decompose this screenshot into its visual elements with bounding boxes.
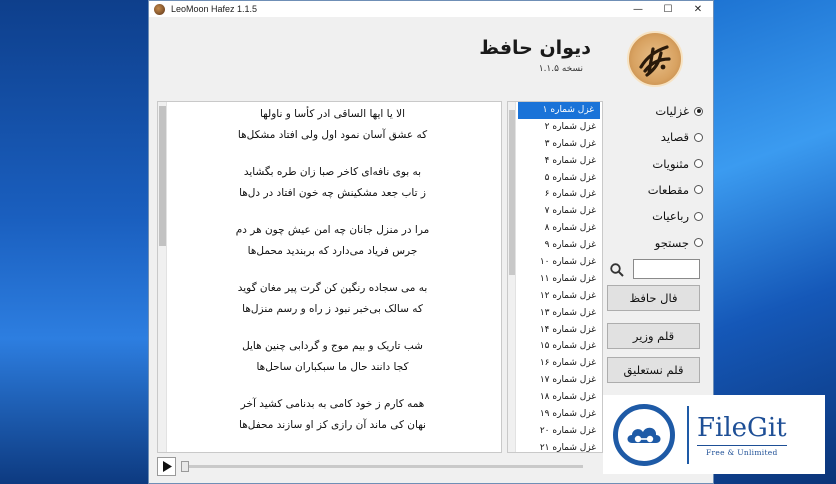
close-button[interactable]: ✕ <box>683 1 713 17</box>
poem-line: که سالک بی‌خبر نبود ز راه و رسم منزل‌ها <box>242 303 423 315</box>
list-item[interactable]: غزل شماره ۹ <box>508 237 602 254</box>
minimize-button[interactable]: — <box>623 1 653 17</box>
radio-button[interactable] <box>694 238 703 247</box>
play-button[interactable] <box>157 457 176 476</box>
calligraphy-icon <box>639 45 671 77</box>
list-item[interactable]: غزل شماره ۸ <box>508 220 602 237</box>
watermark-separator <box>687 405 689 464</box>
ghazal-list-items: غزل شماره ۱ غزل شماره ۲ غزل شماره ۳ غزل شما… <box>508 102 602 452</box>
poem-line: به بوی نافه‌ای کاخر صبا زان طره بگشاید <box>243 166 422 178</box>
list-item[interactable]: غزل شماره ۷ <box>508 203 602 220</box>
category-radio[interactable]: غزلیات <box>655 101 703 121</box>
poem-line: الا یا ایها الساقی ادر کأسا و ناولها <box>259 108 406 120</box>
radio-label: مقطعات <box>647 182 689 197</box>
radio-label: مثنویات <box>652 156 689 171</box>
poem-view[interactable]: الا یا ایها الساقی ادر کأسا و ناولها که ع… <box>157 101 502 453</box>
search-row <box>607 259 707 279</box>
search-input[interactable] <box>633 259 700 279</box>
poem-line: همه کارم ز خود کامی به بدنامی کشید آخر <box>240 398 425 410</box>
list-item[interactable]: غزل شماره ۱۸ <box>508 389 602 406</box>
watermark-tagline: Free & Unlimited <box>697 444 787 457</box>
list-item[interactable]: غزل شماره ۱۵ <box>508 338 602 355</box>
poem-line: که عشق آسان نمود اول ولی افتاد مشکل‌ها <box>237 129 428 141</box>
list-item[interactable]: غزل شماره ۱۷ <box>508 372 602 389</box>
list-scrollbar[interactable] <box>508 102 516 452</box>
list-item[interactable]: غزل شماره ۱۶ <box>508 355 602 372</box>
list-item[interactable]: غزل شماره ۲۰ <box>508 423 602 440</box>
fal-hafez-button[interactable]: فال حافظ <box>607 285 700 311</box>
couplet: الا یا ایها الساقی ادر کأسا و ناولها که ع… <box>172 103 493 145</box>
couplet: شب تاریک و بیم موج و گردابی چنین هایل کجا… <box>172 335 493 377</box>
title-bar[interactable]: LeoMoon Hafez 1.1.5 — ☐ ✕ <box>149 1 713 17</box>
radio-button[interactable] <box>694 211 703 221</box>
desktop-background <box>0 0 148 484</box>
radio-button[interactable] <box>694 159 703 169</box>
list-item[interactable]: غزل شماره ۱۴ <box>508 322 602 339</box>
list-item[interactable]: غزل شماره ۱۰ <box>508 254 602 271</box>
couplet: همه کارم ز خود کامی به بدنامی کشید آخر نه… <box>172 393 493 435</box>
progress-slider-handle[interactable] <box>181 461 189 472</box>
window-controls: — ☐ ✕ <box>623 1 713 17</box>
list-item[interactable]: غزل شماره ۵ <box>508 170 602 187</box>
poem-line: ز تاب جعد مشکینش چه خون افتاد در دل‌ها <box>239 187 426 199</box>
radio-label: جستجو <box>654 235 689 250</box>
app-header: دیوان حافظ نسخه ۱.۱.۵ <box>149 17 713 93</box>
radio-button[interactable] <box>694 185 703 195</box>
list-item[interactable]: غزل شماره ۲۱ <box>508 440 602 452</box>
poem-text: الا یا ایها الساقی ادر کأسا و ناولها که ع… <box>172 103 493 451</box>
play-icon <box>162 461 172 472</box>
category-radio[interactable]: مثنویات <box>652 154 703 174</box>
list-item[interactable]: غزل شماره ۱۹ <box>508 406 602 423</box>
radio-label: رباعیات <box>652 209 689 224</box>
poem-line: نهان کی ماند آن رازی کز او سازند محفل‌ها <box>239 419 426 431</box>
poem-line: جرس فریاد می‌دارد که بربندید محمل‌ها <box>247 245 418 257</box>
list-item[interactable]: غزل شماره ۱۱ <box>508 271 602 288</box>
app-icon <box>154 3 165 15</box>
list-item[interactable]: غزل شماره ۱۳ <box>508 305 602 322</box>
progress-track[interactable] <box>181 461 583 472</box>
category-radio[interactable]: قصاید <box>661 127 703 147</box>
watermark-name: FileGit <box>697 412 787 443</box>
poem-line: شب تاریک و بیم موج و گردابی چنین هایل <box>242 340 423 352</box>
list-item[interactable]: غزل شماره ۴ <box>508 153 602 170</box>
couplet: مرا در منزل جانان چه امن عیش چون هر دم جر… <box>172 219 493 261</box>
list-item[interactable]: غزل شماره ۲ <box>508 119 602 136</box>
radio-button[interactable] <box>694 132 703 142</box>
category-radio[interactable]: جستجو <box>655 233 703 253</box>
list-item[interactable]: غزل شماره ۱۲ <box>508 288 602 305</box>
poem-line: کجا دانند حال ما سبکباران ساحل‌ها <box>256 361 409 373</box>
cloud-icon <box>627 427 661 443</box>
list-item[interactable]: غزل شماره ۱ <box>518 102 600 119</box>
radio-label: قصاید <box>660 130 689 145</box>
hafez-logo-icon <box>627 31 683 87</box>
app-version: نسخه ۱.۱.۵ <box>538 64 583 74</box>
radio-label: غزلیات <box>655 104 689 118</box>
list-item[interactable]: غزل شماره ۶ <box>508 186 602 203</box>
list-scroll-thumb[interactable] <box>509 110 515 275</box>
filegit-watermark: FileGit Free & Unlimited <box>603 395 825 474</box>
ghazal-list[interactable]: غزل شماره ۱ غزل شماره ۲ غزل شماره ۳ غزل شما… <box>507 101 603 453</box>
magnifier-icon[interactable] <box>609 262 625 278</box>
couplet: به می سجاده رنگین کن گرت پیر مغان گوید که… <box>172 277 493 319</box>
couplet: به بوی نافه‌ای کاخر صبا زان طره بگشاید ز … <box>172 161 493 203</box>
app-title: دیوان حافظ <box>479 37 591 59</box>
category-radio[interactable]: مقطعات <box>648 180 703 200</box>
font-vazir-button[interactable]: قلم وزیر <box>607 323 700 349</box>
maximize-button[interactable]: ☐ <box>653 1 683 17</box>
poem-line: به می سجاده رنگین کن گرت پیر مغان گوید <box>237 282 428 294</box>
poem-line: مرا در منزل جانان چه امن عیش چون هر دم <box>235 224 430 236</box>
category-radio[interactable]: رباعیات <box>652 206 703 226</box>
poem-scroll-thumb[interactable] <box>159 106 166 246</box>
radio-button[interactable] <box>694 106 703 116</box>
poem-scrollbar[interactable] <box>158 102 167 452</box>
watermark-text: FileGit Free & Unlimited <box>697 413 787 457</box>
font-nastaliq-button[interactable]: قلم نستعلیق <box>607 357 700 383</box>
list-item[interactable]: غزل شماره ۳ <box>508 136 602 153</box>
window-title: LeoMoon Hafez 1.1.5 <box>171 4 258 14</box>
filegit-logo-icon <box>613 403 675 466</box>
